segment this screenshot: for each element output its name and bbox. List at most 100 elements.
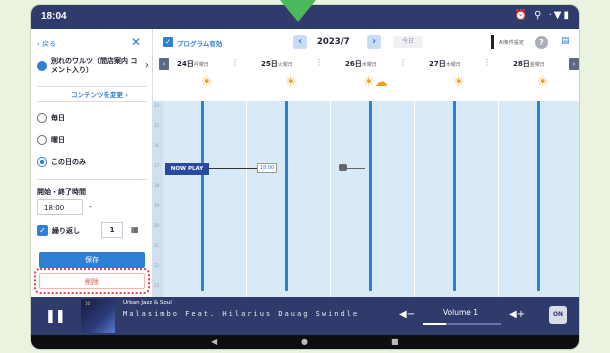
schedule-edit-panel: ‹ 戻る ✕ 別れのワルツ（間店案内 コメント入り） › コンテンツを変更 › … bbox=[31, 29, 153, 297]
radio-label: 曜日 bbox=[51, 136, 65, 144]
program-block[interactable] bbox=[537, 101, 540, 291]
more-icon[interactable]: ⋮ bbox=[231, 58, 239, 67]
more-icon[interactable]: ⋮ bbox=[399, 58, 407, 67]
prev-month-button[interactable]: ‹ bbox=[293, 35, 307, 49]
tablet-screen: 18:04 ⏰ ⚲ ·▼▮ ‹ 戻る ✕ 別れのワルツ（間店案内 コメント入り）… bbox=[30, 4, 580, 350]
sun-icon: ☀ bbox=[201, 75, 213, 90]
day-column[interactable] bbox=[331, 101, 415, 297]
checkmark-icon: ✓ bbox=[37, 225, 48, 236]
program-enabled-checkbox[interactable]: ✓ bbox=[163, 37, 173, 47]
calendar-toolbar: ✓ プログラム有効 ‹ 2023/7 › 今日 AI条件設定 ? ▤ bbox=[153, 29, 579, 53]
today-button[interactable]: 今日 bbox=[393, 36, 423, 48]
recents-nav-icon[interactable]: ■ bbox=[391, 337, 399, 346]
day-date: 27日 bbox=[429, 60, 446, 68]
radio-circle-icon bbox=[37, 113, 47, 123]
close-icon[interactable]: ✕ bbox=[131, 35, 141, 49]
back-nav-icon[interactable]: ◀ bbox=[211, 337, 217, 346]
radio-circle-icon bbox=[37, 157, 47, 167]
month-label: 2023/7 bbox=[317, 37, 350, 47]
program-card[interactable]: 別れのワルツ（間店案内 コメント入り） › bbox=[37, 55, 149, 83]
volume-up-icon[interactable]: ◀+ bbox=[509, 309, 525, 320]
home-nav-icon[interactable]: ● bbox=[301, 337, 308, 346]
volume-fill bbox=[423, 323, 447, 325]
radio-device-icon[interactable]: ON bbox=[549, 306, 567, 324]
day-header: 28日金曜日 ⋮ ☀ bbox=[499, 55, 579, 99]
day-weekday: 金曜日 bbox=[529, 62, 545, 68]
day-date: 28日 bbox=[513, 60, 530, 68]
hour-label: 16 bbox=[154, 143, 160, 148]
time-chip[interactable]: 18:00 bbox=[257, 163, 277, 173]
divider bbox=[491, 35, 494, 49]
day-column[interactable] bbox=[163, 101, 247, 297]
delete-button[interactable]: 削除 bbox=[39, 273, 145, 289]
hour-label: 17 bbox=[154, 163, 160, 168]
day-header: 26日水曜日 ⋮ ☀☁ bbox=[331, 55, 415, 99]
day-weekday: 火曜日 bbox=[277, 62, 293, 68]
radio-weekday[interactable]: 曜日 bbox=[37, 135, 65, 145]
hour-label: 23 bbox=[154, 283, 160, 288]
day-header: 27日木曜日 ⋮ ☀ bbox=[415, 55, 499, 99]
radio-label: 毎日 bbox=[51, 114, 65, 122]
now-play-badge: NOW PLAY bbox=[165, 163, 209, 175]
hour-label: 21 bbox=[154, 243, 160, 248]
more-icon[interactable]: ⋮ bbox=[483, 58, 491, 67]
program-block[interactable] bbox=[285, 101, 288, 291]
radio-circle-icon bbox=[37, 135, 47, 145]
sun-icon: ☀ bbox=[537, 75, 549, 90]
radio-daily[interactable]: 毎日 bbox=[37, 113, 65, 123]
android-nav-bar: ◀ ● ■ bbox=[31, 335, 579, 349]
hour-label: 14 bbox=[154, 103, 160, 108]
volume-slider[interactable] bbox=[423, 323, 501, 325]
change-contents-link[interactable]: コンテンツを変更 › bbox=[71, 89, 128, 99]
sun-cloud-icon: ☀☁ bbox=[363, 75, 388, 90]
program-block[interactable] bbox=[201, 101, 204, 291]
chevron-right-icon: › bbox=[145, 60, 149, 71]
radio-this-day-only[interactable]: この日のみ bbox=[37, 157, 86, 167]
hour-label: 19 bbox=[154, 203, 160, 208]
help-icon[interactable]: ? bbox=[535, 36, 548, 49]
pause-icon[interactable]: ❚❚ bbox=[45, 309, 66, 324]
sun-icon: ☀ bbox=[285, 75, 297, 90]
volume-down-icon[interactable]: ◀− bbox=[399, 309, 415, 320]
repeat-count-field[interactable]: 1 bbox=[101, 222, 123, 238]
next-month-button[interactable]: › bbox=[367, 35, 381, 49]
day-weekday: 月曜日 bbox=[193, 62, 209, 68]
ai-settings-link[interactable]: AI条件設定 bbox=[499, 39, 524, 46]
hour-label: 18 bbox=[154, 183, 160, 188]
day-headers: ‹ 24日月曜日 ⋮ ☀ 25日火曜日 ⋮ ☀ 26日水曜日 ⋮ ☀☁ 27日木… bbox=[153, 55, 579, 99]
sun-icon: ☀ bbox=[453, 75, 465, 90]
day-header: 25日火曜日 ⋮ ☀ bbox=[247, 55, 331, 99]
pin-icon[interactable] bbox=[339, 164, 347, 171]
start-time-field[interactable]: 18:00 bbox=[37, 199, 83, 215]
hour-label: 15 bbox=[154, 123, 160, 128]
player-bar: ❚❚ 10 Urban Jazz & Soul Malasimbo Feat. … bbox=[31, 297, 579, 335]
more-icon[interactable]: ⋮ bbox=[315, 58, 323, 67]
divider bbox=[37, 179, 147, 180]
day-weekday: 木曜日 bbox=[445, 62, 461, 68]
time-separator: - bbox=[89, 202, 92, 211]
time-range-label: 開始・終了時間 bbox=[37, 188, 86, 196]
program-title: 別れのワルツ（間店案内 コメント入り） bbox=[51, 57, 138, 74]
hour-label: 22 bbox=[154, 263, 160, 268]
status-time: 18:04 bbox=[41, 11, 67, 22]
schedule-grid[interactable]: 14 15 16 17 18 19 20 21 22 23 NOW PLAY 1… bbox=[153, 101, 579, 297]
program-block[interactable] bbox=[369, 101, 372, 291]
status-icons: ⏰ ⚲ ·▼▮ bbox=[514, 10, 571, 21]
calendar-icon[interactable]: ▦ bbox=[131, 225, 139, 234]
day-column[interactable] bbox=[247, 101, 331, 297]
day-weekday: 水曜日 bbox=[361, 62, 377, 68]
day-date: 24日 bbox=[177, 60, 194, 68]
back-link[interactable]: ‹ 戻る bbox=[37, 39, 56, 49]
now-line bbox=[209, 168, 257, 169]
next-day-button[interactable]: › bbox=[569, 58, 579, 70]
day-column[interactable] bbox=[415, 101, 499, 297]
program-block[interactable] bbox=[453, 101, 456, 291]
divider bbox=[37, 86, 147, 87]
radio-label: この日のみ bbox=[51, 158, 86, 166]
day-date: 25日 bbox=[261, 60, 278, 68]
program-dot-icon bbox=[37, 61, 47, 71]
genre-label: Urban Jazz & Soul bbox=[123, 300, 172, 306]
save-button[interactable]: 保存 bbox=[39, 252, 145, 268]
thumb-caption: 10 bbox=[85, 301, 91, 306]
grid-view-icon[interactable]: ▤ bbox=[561, 36, 570, 46]
